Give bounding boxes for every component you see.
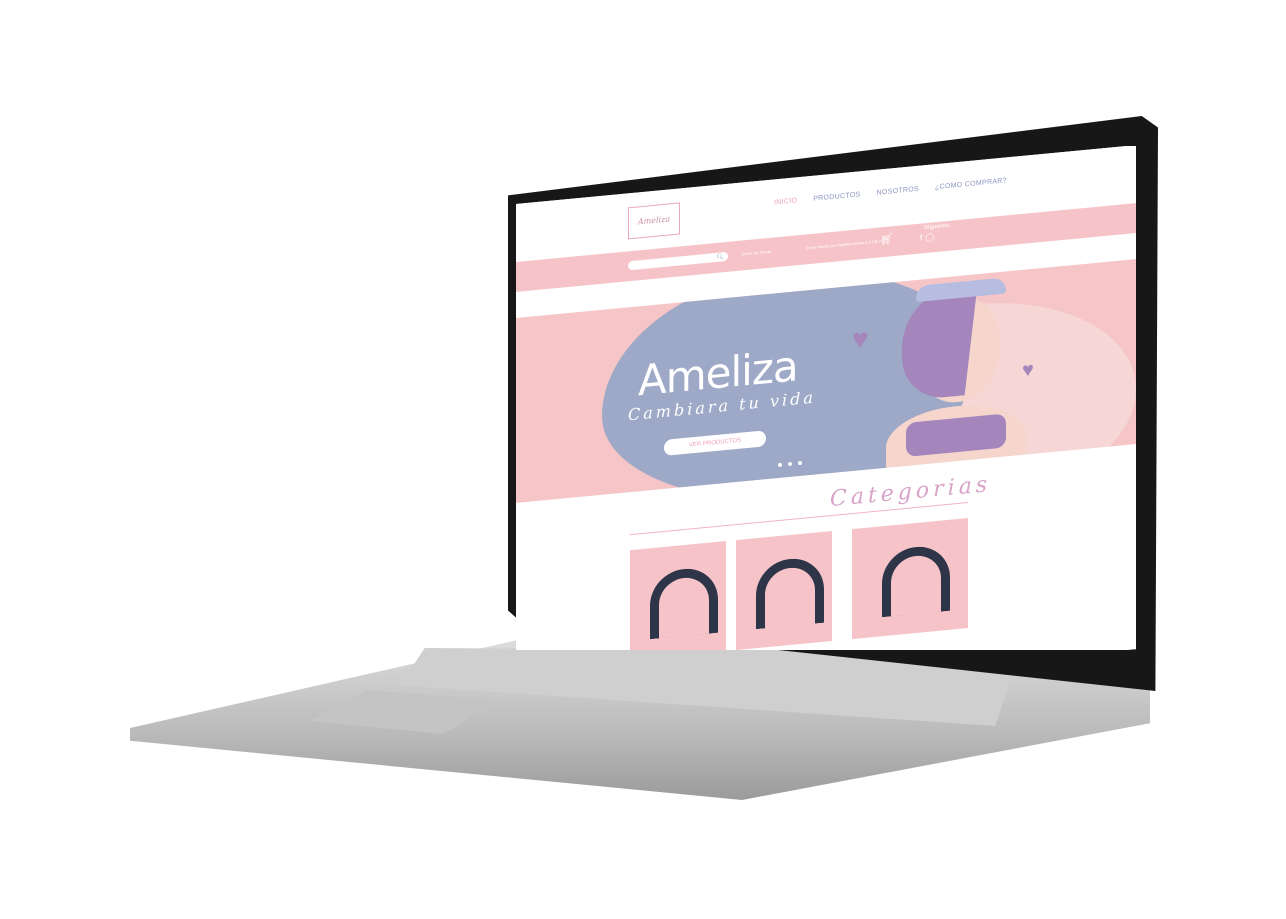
headband-image — [882, 543, 950, 618]
menu-item-nosotros[interactable]: NOSOTROS — [877, 186, 919, 197]
carousel-dot[interactable] — [778, 462, 782, 468]
info-direct: Envío directo por nuestra cuenta a 3 145… — [806, 237, 886, 251]
category-card[interactable] — [630, 541, 726, 650]
social-links: f ◯ — [920, 232, 934, 242]
carousel-dot[interactable] — [798, 460, 802, 466]
site-logo[interactable]: Ameliza — [628, 202, 680, 240]
search-icon[interactable]: 🔍︎ — [716, 253, 724, 261]
main-menu: INICIO PRODUCTOS NOSOTROS ¿COMO COMPRAR? — [774, 177, 1007, 206]
category-card[interactable] — [852, 518, 968, 640]
search-input[interactable]: 🔍︎ — [628, 251, 728, 271]
heart-icon: ♥ — [1022, 358, 1034, 382]
follow-label: Síguenos — [924, 222, 950, 232]
info-shipping: Envío de Tienda — [742, 248, 771, 257]
facebook-icon[interactable]: f — [920, 233, 922, 242]
screen-viewport: Ameliza INICIO PRODUCTOS NOSOTROS ¿COMO … — [516, 146, 1136, 650]
headband-image — [756, 555, 824, 630]
menu-item-inicio[interactable]: INICIO — [774, 197, 797, 206]
headband-image — [650, 565, 718, 640]
heart-icon: ♥ — [852, 322, 869, 356]
category-card[interactable] — [736, 530, 832, 650]
carousel-dot[interactable] — [788, 461, 792, 467]
instagram-icon[interactable]: ◯ — [925, 232, 934, 242]
menu-item-productos[interactable]: PRODUCTOS — [813, 191, 860, 202]
menu-item-como-comprar[interactable]: ¿COMO COMPRAR? — [935, 177, 1007, 191]
categories-title: Categorias — [830, 471, 992, 513]
cart-icon[interactable]: 🛒︎ — [880, 232, 894, 246]
laptop-mockup: Ameliza INICIO PRODUCTOS NOSOTROS ¿COMO … — [0, 0, 1286, 919]
website-screen: Ameliza INICIO PRODUCTOS NOSOTROS ¿COMO … — [516, 146, 1136, 650]
